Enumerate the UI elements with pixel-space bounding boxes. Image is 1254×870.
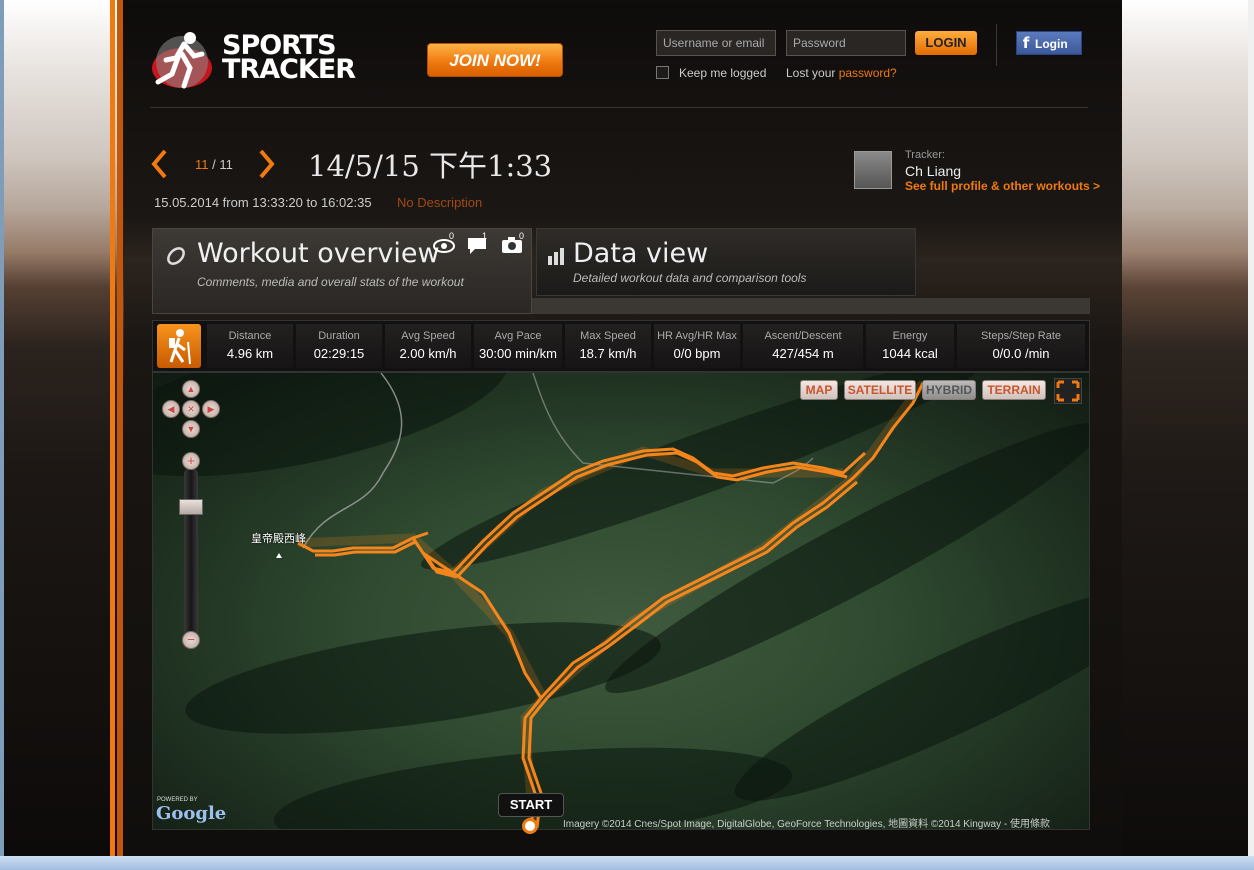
stat-avg-pace: Avg Pace 30:00 min/km	[474, 324, 562, 368]
stat-duration: Duration 02:29:15	[296, 324, 382, 368]
workout-counter: 11 / 11	[195, 157, 233, 172]
start-label: START	[498, 793, 564, 817]
tab-data-view[interactable]: Data view Detailed workout data and comp…	[536, 228, 916, 296]
keep-logged-checkbox[interactable]	[656, 66, 669, 79]
map-type-satellite-button[interactable]: SATELLITE	[844, 380, 916, 400]
divider	[996, 24, 997, 66]
stat-max-speed: Max Speed 18.7 km/h	[565, 324, 651, 368]
tab-title: Workout overview	[197, 238, 440, 269]
tracker-name: Ch Liang	[905, 163, 962, 179]
zoom-in-icon[interactable]: +	[182, 452, 200, 470]
window-border	[1248, 0, 1254, 870]
tab-title: Data view	[573, 238, 709, 269]
window-taskbar	[0, 856, 1254, 870]
next-workout-arrow-icon[interactable]	[258, 148, 276, 180]
stat-steps: Steps/Step Rate 0/0.0 /min	[957, 324, 1085, 368]
photos-count: 0	[519, 231, 525, 241]
lost-password-link[interactable]: password?	[839, 66, 897, 80]
fullscreen-icon[interactable]	[1054, 378, 1082, 404]
stat-ascent-descent: Ascent/Descent 427/454 m	[743, 324, 863, 368]
accent-stripe	[110, 0, 115, 856]
profile-link[interactable]: See full profile & other workouts >	[905, 179, 1100, 193]
map-type-map-button[interactable]: MAP	[800, 380, 838, 400]
peak-marker-icon	[276, 553, 282, 558]
stat-distance: Distance 4.96 km	[207, 324, 293, 368]
avatar[interactable]	[854, 151, 892, 189]
stat-energy: Energy 1044 kcal	[866, 324, 954, 368]
facebook-icon: f	[1022, 34, 1030, 52]
workout-description[interactable]: No Description	[397, 195, 482, 210]
zoom-slider[interactable]	[184, 468, 198, 636]
background-photo-right	[1122, 0, 1254, 870]
tab-subtitle: Comments, media and overall stats of the…	[197, 275, 464, 289]
login-button[interactable]: LOGIN	[915, 31, 977, 55]
route-track	[276, 373, 927, 829]
zoom-slider-handle[interactable]	[179, 499, 203, 515]
facebook-login-button[interactable]: f Login	[1016, 31, 1082, 55]
stat-heart-rate: HR Avg/HR Max 0/0 bpm	[654, 324, 740, 368]
map-attribution: Imagery ©2014 Cnes/Spot Image, DigitalGl…	[563, 819, 1050, 830]
username-input[interactable]: Username or email	[656, 30, 776, 56]
bar-chart-icon	[548, 248, 564, 265]
background-photo-left	[0, 0, 122, 870]
logo-text: SPORTS TRACKER	[222, 30, 356, 85]
lost-password-text: Lost your password?	[786, 66, 897, 80]
link-icon	[167, 247, 185, 265]
pan-left-icon[interactable]: ◀	[162, 400, 180, 418]
window-border	[0, 0, 4, 870]
hiking-icon	[157, 324, 201, 368]
route-map[interactable]: 皇帝殿西峰 POWERED BY Google Imagery ©2014 Cn…	[152, 372, 1090, 830]
runner-icon	[184, 32, 196, 44]
workout-title: 14/5/15 下午1:33	[308, 149, 553, 183]
tab-subtitle: Detailed workout data and comparison too…	[573, 271, 807, 285]
stats-bar: Distance 4.96 km Duration 02:29:15 Avg Spe…	[152, 320, 1090, 372]
google-logo[interactable]: Google	[156, 803, 226, 824]
facebook-login-label: Login	[1035, 37, 1068, 51]
views-count: 0	[449, 231, 455, 241]
password-input[interactable]: Password	[786, 30, 906, 56]
workout-tabs: Workout overview Comments, media and ove…	[152, 228, 1090, 314]
pan-center-icon[interactable]: ✕	[182, 400, 200, 418]
map-type-hybrid-button[interactable]: HYBRID	[922, 380, 976, 400]
join-now-button[interactable]: JOIN NOW!	[427, 43, 563, 77]
pan-up-icon[interactable]: ▲	[182, 380, 200, 398]
peak-label: 皇帝殿西峰	[251, 533, 306, 545]
stat-avg-speed: Avg Speed 2.00 km/h	[385, 324, 471, 368]
map-type-terrain-button[interactable]: TERRAIN	[982, 380, 1046, 400]
start-marker-icon[interactable]	[522, 818, 538, 834]
zoom-out-icon[interactable]: −	[182, 631, 200, 649]
pan-right-icon[interactable]: ▶	[202, 400, 220, 418]
pan-down-icon[interactable]: ▼	[182, 420, 200, 438]
comments-count: 1	[482, 231, 488, 241]
tracker-label: Tracker:	[905, 149, 945, 161]
workout-date-range: 15.05.2014 from 13:33:20 to 16:02:35	[154, 195, 372, 210]
accent-stripe	[117, 0, 123, 856]
keep-logged-label: Keep me logged	[679, 66, 767, 80]
header-divider	[150, 107, 1088, 108]
prev-workout-arrow-icon[interactable]	[150, 148, 168, 180]
